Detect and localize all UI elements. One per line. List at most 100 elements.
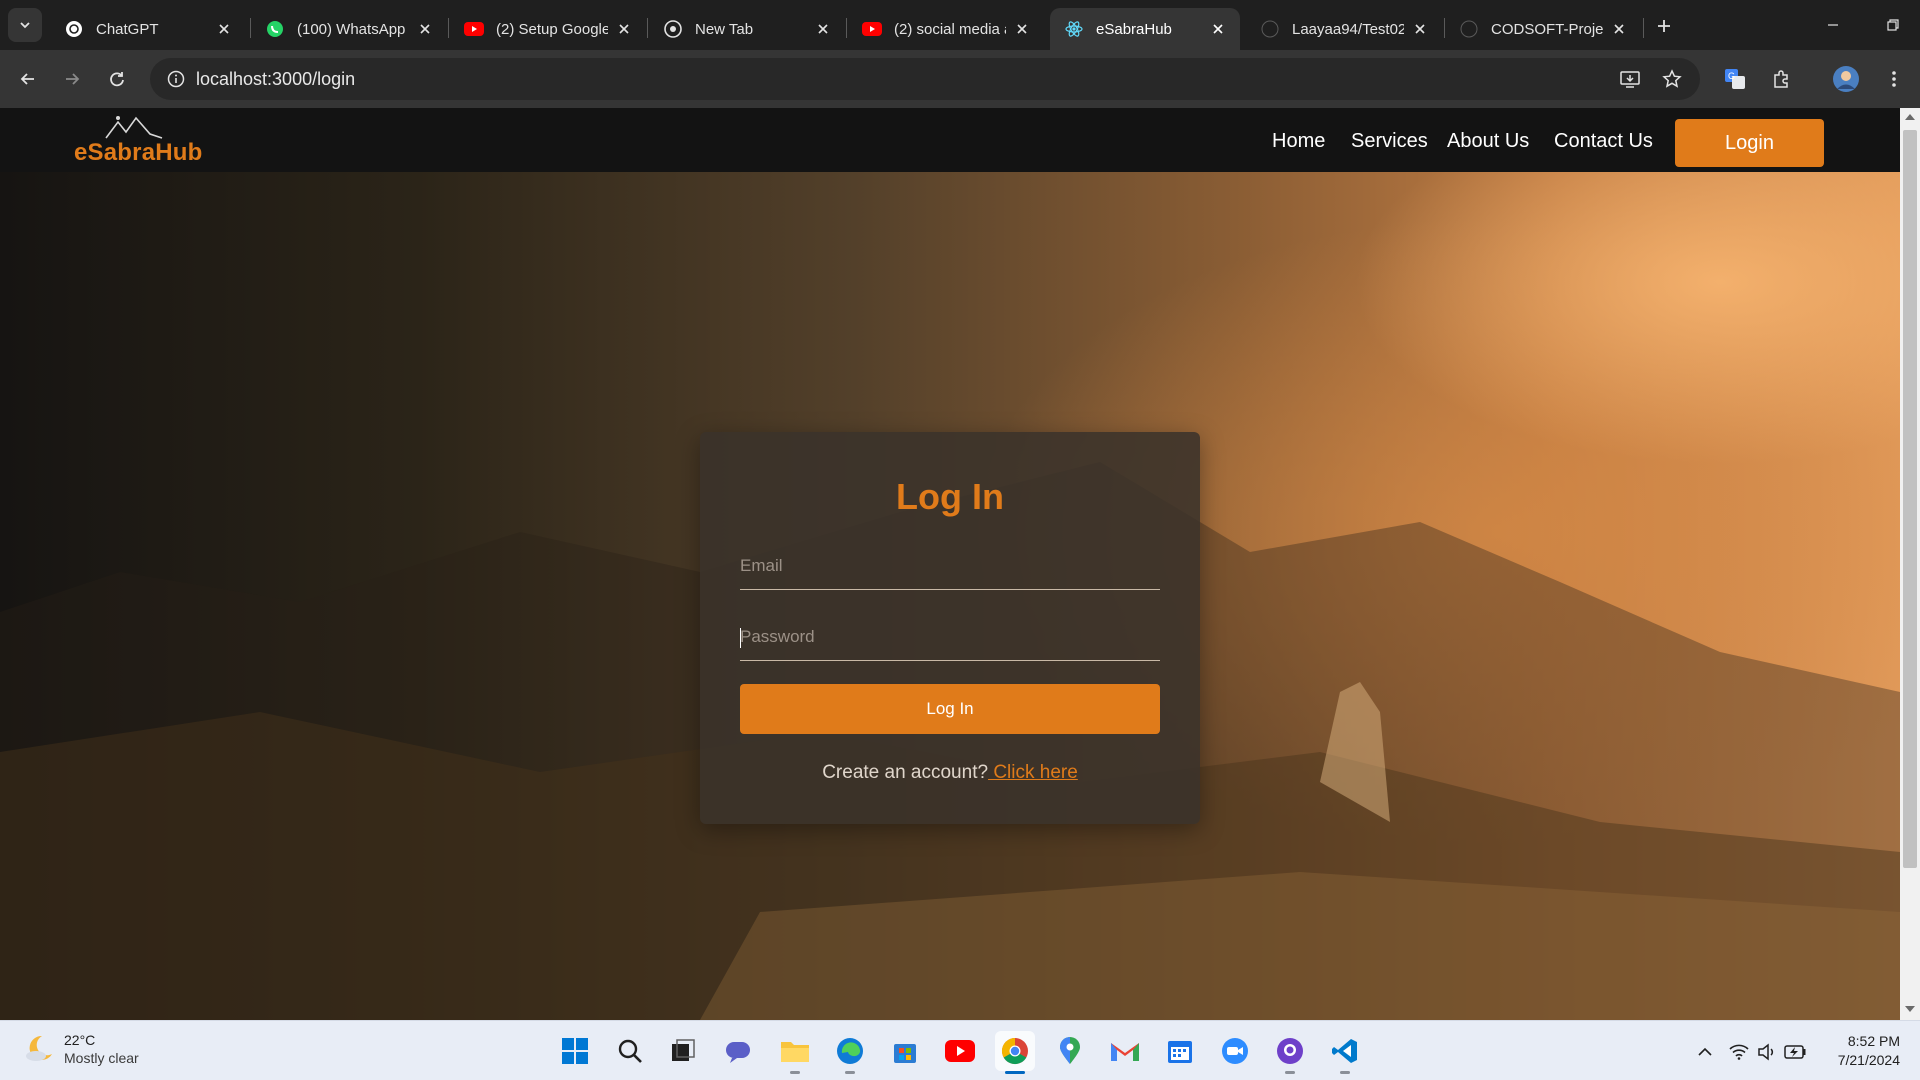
reload-button[interactable] [101,63,133,95]
tab-separator [647,18,648,38]
task-view-button[interactable] [663,1031,703,1071]
tab-search-button[interactable] [8,8,42,42]
close-icon[interactable] [614,19,634,39]
minimize-button[interactable] [1803,0,1863,50]
restore-button[interactable] [1863,0,1920,50]
mountain-logo-icon [105,116,163,139]
close-icon[interactable] [1609,19,1629,39]
back-button[interactable] [12,63,44,95]
taskbar-youtube[interactable] [940,1031,980,1071]
github-icon [1277,1038,1303,1064]
signup-link[interactable]: Click here [988,762,1077,783]
taskbar-clock[interactable]: 8:52 PM 7/21/2024 [1800,1032,1900,1070]
running-indicator [1005,1071,1025,1074]
tab-whatsapp[interactable]: (100) WhatsApp [251,8,447,50]
tab-github-codsoft[interactable]: CODSOFT-Projec [1445,8,1641,50]
restore-icon [1887,19,1899,31]
weather-temp: 22°C [64,1032,96,1048]
scroll-down-arrow-icon[interactable] [1905,1006,1915,1012]
nav-login-button[interactable]: Login [1675,119,1824,167]
close-icon[interactable] [1208,19,1228,39]
site-info-icon[interactable] [160,63,192,95]
calendar-icon [1168,1041,1192,1063]
chat-icon [726,1042,750,1063]
browser-menu-button[interactable] [1878,63,1910,95]
tab-title: (100) WhatsApp [297,20,406,38]
tab-esabrahub[interactable]: eSabraHub [1050,8,1240,50]
youtube-icon [464,19,484,39]
running-indicator [790,1071,800,1074]
tray-overflow-button[interactable] [1694,1041,1716,1063]
scrollbar-thumb[interactable] [1903,130,1917,868]
plus-icon [1658,20,1670,32]
taskbar-microsoft-store[interactable] [885,1031,925,1071]
url-text[interactable]: localhost:3000/login [196,69,355,90]
nav-about-us[interactable]: About Us [1447,130,1529,153]
close-icon[interactable] [214,19,234,39]
tab-github-test02[interactable]: Laayaa94/Test02 [1246,8,1442,50]
site-logo[interactable]: eSabraHub [72,114,202,168]
taskbar-edge[interactable] [830,1031,870,1074]
taskbar-calendar[interactable] [1160,1031,1200,1071]
close-icon[interactable] [1012,19,1032,39]
tab-separator [448,18,449,38]
youtube-icon [862,19,882,39]
tray-wifi[interactable] [1728,1041,1750,1063]
tab-title: (2) social media a [894,20,1006,38]
tab-separator [1643,18,1644,38]
close-icon[interactable] [1410,19,1430,39]
close-icon[interactable] [415,19,435,39]
nav-services[interactable]: Services [1351,130,1428,153]
windows-taskbar: 22°C Mostly clear 8:52 PM 7/21/2024 [0,1020,1920,1080]
nav-home[interactable]: Home [1272,130,1325,153]
taskbar-gmail[interactable] [1105,1031,1145,1071]
email-input[interactable] [740,542,1160,590]
scroll-up-arrow-icon[interactable] [1905,114,1915,120]
taskbar-zoom[interactable] [1215,1031,1255,1071]
weather-condition: Mostly clear [64,1050,139,1066]
taskbar-google-maps[interactable] [1050,1031,1090,1071]
tray-volume[interactable] [1756,1041,1778,1063]
taskbar-chrome[interactable] [995,1031,1035,1074]
taskbar-file-explorer[interactable] [775,1031,815,1074]
tab-youtube-social[interactable]: (2) social media a [848,8,1044,50]
extensions-button[interactable] [1765,63,1797,95]
youtube-icon [945,1040,975,1062]
page-scrollbar[interactable] [1900,108,1920,1020]
tab-new-tab[interactable]: New Tab [649,8,845,50]
arrow-right-icon [66,73,80,85]
github-icon [1260,19,1280,39]
tab-title: eSabraHub [1096,20,1172,38]
new-tab-button[interactable] [1651,13,1677,39]
text-cursor [740,628,741,648]
tab-title: CODSOFT-Projec [1491,20,1603,38]
taskbar-search[interactable] [610,1031,650,1071]
install-app-icon[interactable] [1614,63,1646,95]
start-button[interactable] [555,1031,595,1071]
nav-contact-us[interactable]: Contact Us [1554,130,1653,153]
browser-toolbar: localhost:3000/login G [0,50,1920,108]
reload-icon [110,72,124,87]
tab-youtube-setup[interactable]: (2) Setup Google [450,8,646,50]
taskbar-vscode[interactable] [1325,1031,1365,1074]
taskbar-github-desktop[interactable] [1270,1031,1310,1074]
close-icon[interactable] [813,19,833,39]
address-bar[interactable]: localhost:3000/login [150,58,1700,100]
taskbar-teams[interactable] [718,1031,758,1071]
search-icon [618,1039,642,1063]
login-submit-button[interactable]: Log In [740,684,1160,734]
google-translate-button[interactable]: G [1719,63,1751,95]
bookmark-star-icon[interactable] [1656,63,1688,95]
tab-chatgpt[interactable]: ChatGPT [50,8,246,50]
zoom-icon [1222,1038,1248,1064]
task-view-icon [672,1039,695,1061]
weather-widget[interactable]: 22°C Mostly clear [22,1031,139,1067]
gmail-icon [1111,1043,1139,1061]
forward-button[interactable] [56,63,88,95]
running-indicator [1340,1071,1350,1074]
tab-title: (2) Setup Google [496,20,608,38]
password-input[interactable] [740,613,1160,661]
translate-icon: G [1725,69,1745,89]
chatgpt-icon [64,19,84,39]
profile-avatar[interactable] [1830,63,1862,95]
